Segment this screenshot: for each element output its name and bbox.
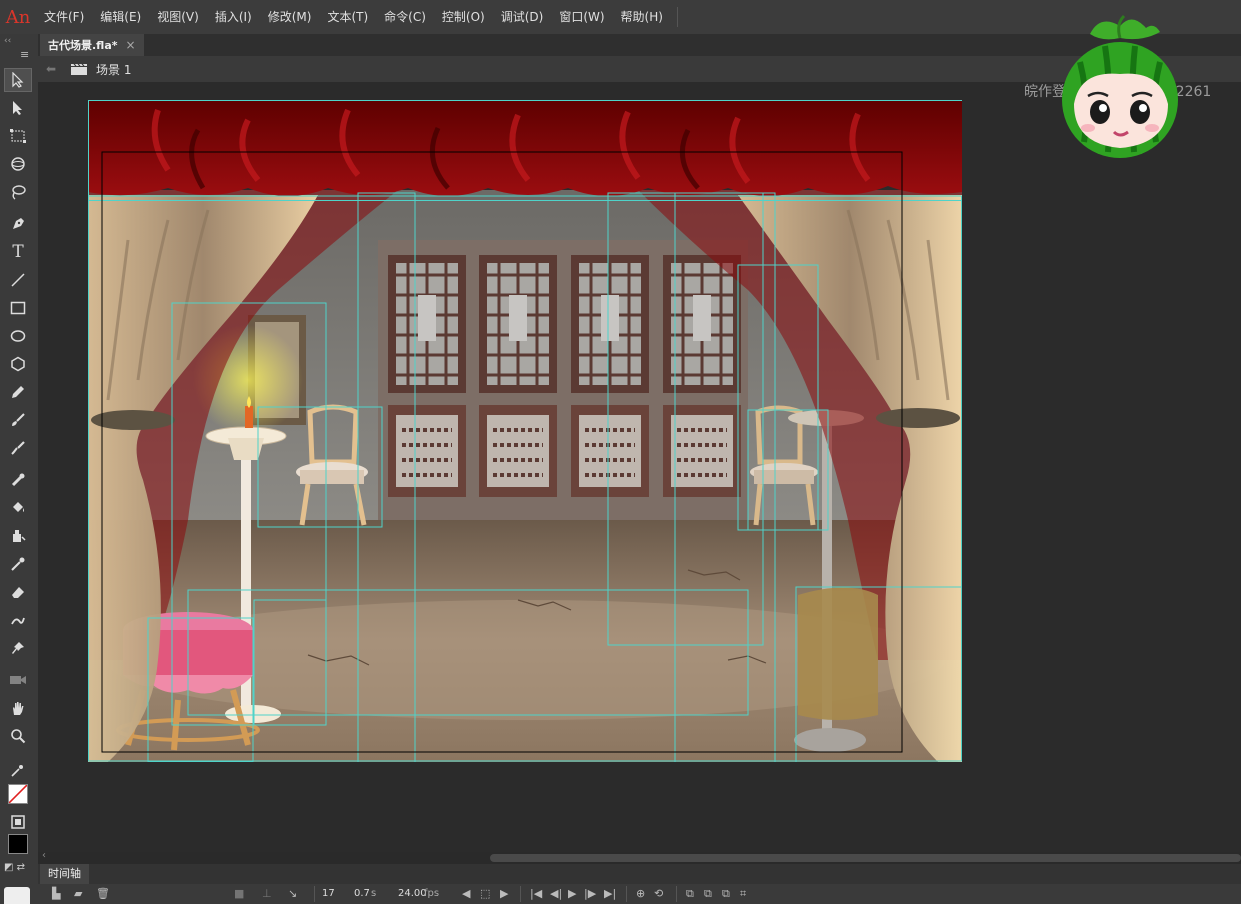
scrollbar-thumb[interactable] — [490, 854, 1241, 862]
go-to-last-frame-icon[interactable]: ▶| — [604, 884, 616, 904]
rectangle-tool-icon[interactable] — [4, 296, 32, 320]
pin-tool-icon[interactable] — [4, 636, 32, 660]
document-tab-title: 古代场景.fla* — [48, 39, 118, 52]
animate-logo: An — [5, 6, 31, 28]
timeline-tab-bar: 时间轴 — [38, 864, 1241, 884]
modify-markers-icon[interactable]: ⧉ — [722, 884, 730, 904]
menu-insert[interactable]: 插入(I) — [207, 0, 260, 34]
clapperboard-icon — [71, 63, 87, 75]
timeline-toolbar: ▙ ▰ 🗑 ■ ⊥ ↘ 17 0.7 s 24.00 fps ◀ ⬚ ▶ |◀ … — [38, 884, 1241, 904]
timeline-divider — [520, 886, 521, 902]
play-range-right-icon[interactable]: ▶ — [500, 884, 508, 904]
timeline-divider — [676, 886, 677, 902]
oval-tool-icon[interactable] — [4, 324, 32, 348]
play-icon[interactable]: ▶ — [568, 884, 576, 904]
camera-layer-icon[interactable]: ■ — [234, 884, 244, 904]
step-back-icon[interactable]: ◀| — [550, 884, 562, 904]
close-icon[interactable]: × — [126, 38, 136, 52]
hand-tool-icon[interactable] — [4, 696, 32, 720]
zoom-tool-icon[interactable] — [4, 724, 32, 748]
menu-modify[interactable]: 修改(M) — [260, 0, 320, 34]
bone-tool-icon[interactable] — [4, 468, 32, 492]
play-range-left-icon[interactable]: ◀ — [462, 884, 470, 904]
eraser-tool-icon[interactable] — [4, 580, 32, 604]
pencil-tool-icon[interactable] — [4, 380, 32, 404]
line-tool-icon[interactable] — [4, 268, 32, 292]
new-folder-icon[interactable]: ▰ — [74, 884, 82, 904]
stage-canvas[interactable] — [88, 100, 962, 762]
swap-colors-icon[interactable]: ◩ ⇄ — [4, 862, 25, 873]
menu-window[interactable]: 窗口(W) — [551, 0, 612, 34]
go-to-first-frame-icon[interactable]: |◀ — [530, 884, 542, 904]
menu-edit[interactable]: 编辑(E) — [92, 0, 149, 34]
timeline-divider — [626, 886, 627, 902]
menu-text[interactable]: 文本(T) — [319, 0, 376, 34]
menu-debug[interactable]: 调试(D) — [493, 0, 552, 34]
onion-skin-icon[interactable]: ↘ — [288, 884, 297, 904]
menu-commands[interactable]: 命令(C) — [376, 0, 434, 34]
stroke-color-icon[interactable] — [4, 758, 32, 782]
free-transform-tool-icon[interactable] — [4, 124, 32, 148]
brush-tool-icon[interactable] — [4, 436, 32, 460]
edit-multiple-frames-icon[interactable]: ⧉ — [704, 884, 712, 904]
ink-bottle-tool-icon[interactable] — [4, 524, 32, 548]
elapsed-time[interactable]: 0.7 — [354, 884, 370, 904]
delete-layer-icon[interactable]: 🗑 — [96, 884, 110, 904]
stage-horizontal-scrollbar[interactable]: ‹ — [38, 850, 1241, 864]
fill-color-icon[interactable] — [4, 810, 32, 834]
elapsed-time-unit: s — [371, 888, 377, 899]
watermelon-mascot-logo — [1062, 14, 1178, 158]
scroll-left-arrow-icon[interactable]: ‹ — [42, 850, 46, 861]
tools-panel: ‹‹ ≡ T ◩ ⇄ — [0, 34, 39, 904]
polystar-tool-icon[interactable] — [4, 352, 32, 376]
frame-view-icon[interactable]: ⌗ — [740, 884, 746, 904]
timeline-tab[interactable]: 时间轴 — [40, 864, 89, 884]
paint-brush-tool-icon[interactable] — [4, 408, 32, 432]
eyedropper-tool-icon[interactable] — [4, 552, 32, 576]
menu-file[interactable]: 文件(F) — [36, 0, 92, 34]
step-forward-icon[interactable]: |▶ — [584, 884, 596, 904]
fill-swatch[interactable] — [8, 834, 28, 854]
timeline-divider — [314, 886, 315, 902]
stroke-swatch[interactable] — [8, 784, 28, 804]
menu-help[interactable]: 帮助(H) — [613, 0, 671, 34]
onion-skin-outlines-icon[interactable]: ⧉ — [686, 884, 694, 904]
scene-label[interactable]: 场景 1 — [96, 61, 131, 78]
properties-panel-tab[interactable] — [4, 887, 30, 904]
text-tool-icon[interactable]: T — [4, 240, 32, 264]
center-frame-icon[interactable]: ⊕ — [636, 884, 645, 904]
pen-tool-icon[interactable] — [4, 212, 32, 236]
width-tool-icon[interactable] — [4, 608, 32, 632]
symbol-bounding-boxes — [88, 100, 962, 762]
selection-tool-icon[interactable] — [4, 68, 32, 92]
frame-rate[interactable]: 24.00 — [398, 884, 427, 904]
paint-bucket-tool-icon[interactable] — [4, 496, 32, 520]
panel-menu-icon[interactable]: ≡ — [20, 48, 29, 61]
parent-view-icon[interactable]: ⊥ — [262, 884, 272, 904]
new-layer-icon[interactable]: ▙ — [52, 884, 60, 904]
3d-rotation-tool-icon[interactable] — [4, 152, 32, 176]
collapse-panel-icon[interactable]: ‹‹ — [4, 36, 11, 46]
camera-tool-icon[interactable] — [4, 668, 32, 692]
frame-rate-unit: fps — [424, 888, 440, 899]
loop-icon[interactable]: ⟲ — [654, 884, 663, 904]
menu-control[interactable]: 控制(O) — [434, 0, 493, 34]
current-frame[interactable]: 17 — [322, 884, 335, 904]
playhead-marker-icon[interactable]: ⬚ — [480, 884, 490, 904]
back-arrow-icon[interactable]: ⬅ — [38, 62, 64, 76]
menu-view[interactable]: 视图(V) — [149, 0, 207, 34]
document-tab[interactable]: 古代场景.fla* × — [40, 34, 144, 56]
lasso-tool-icon[interactable] — [4, 180, 32, 204]
menu-divider — [676, 7, 678, 27]
subselection-tool-icon[interactable] — [4, 96, 32, 120]
